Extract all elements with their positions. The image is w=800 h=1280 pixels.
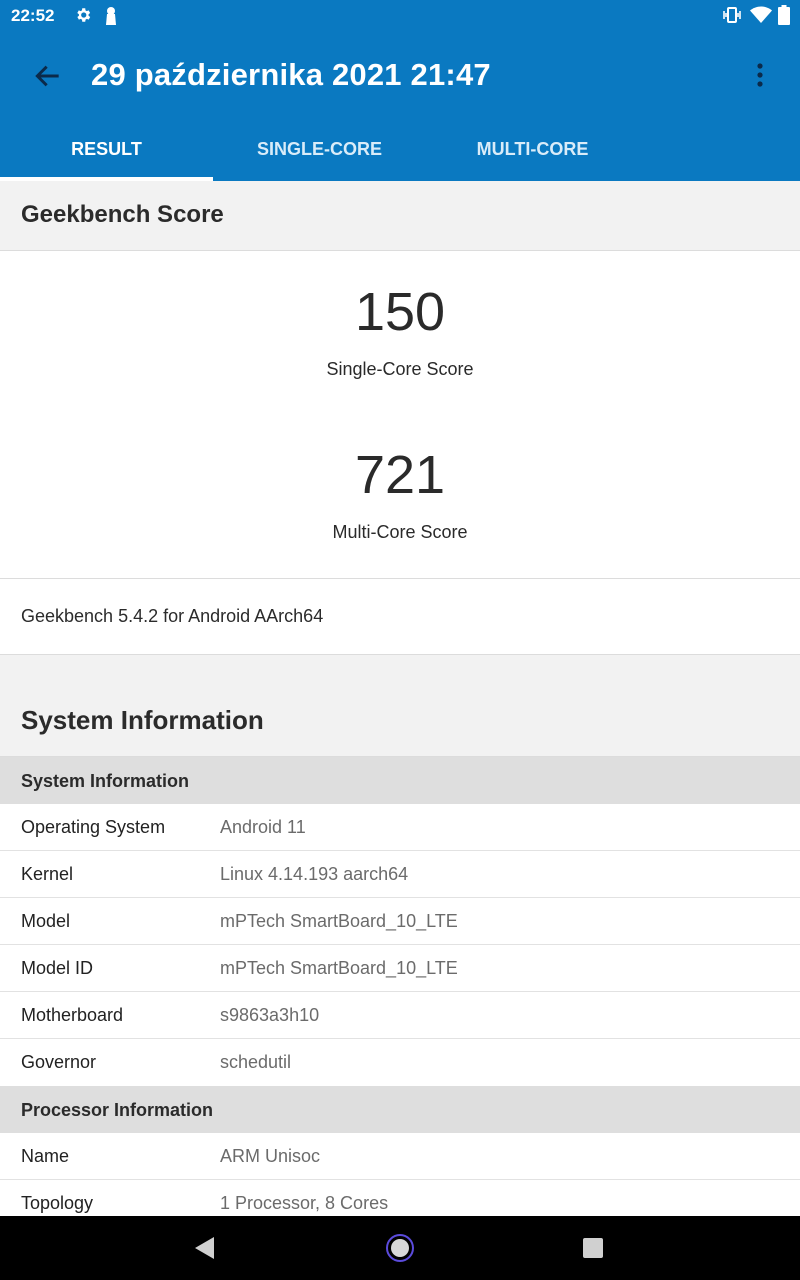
single-core-score-label: Single-Core Score: [326, 359, 474, 379]
info-value: Linux 4.14.193 aarch64: [220, 864, 409, 884]
nav-recents-icon[interactable]: [582, 1237, 604, 1264]
navigation-bar: [0, 1216, 800, 1280]
info-row-operating-system: Operating System Android 11: [0, 804, 800, 851]
info-key: Name: [21, 1146, 70, 1166]
multi-core-score-value: 721: [354, 445, 446, 505]
tab-single-core[interactable]: SINGLE-CORE: [213, 120, 426, 181]
info-value: mPTech SmartBoard_10_LTE: [220, 958, 458, 978]
version-row: Geekbench 5.4.2 for Android AArch64: [0, 579, 800, 655]
info-value: s9863a3h10: [220, 1005, 320, 1025]
multi-core-score-label: Multi-Core Score: [332, 522, 468, 542]
settings-gear-icon: [74, 6, 92, 29]
info-row-model-id: Model ID mPTech SmartBoard_10_LTE: [0, 945, 800, 992]
info-value: schedutil: [220, 1052, 292, 1072]
back-arrow-icon[interactable]: [32, 60, 64, 97]
system-information-header: System Information: [0, 655, 800, 757]
system-information-title: System Information: [21, 705, 264, 735]
info-row-topology: Topology 1 Processor, 8 Cores: [0, 1180, 800, 1216]
info-key: Model ID: [21, 958, 94, 978]
info-key: Topology: [21, 1193, 94, 1213]
tab-bar: RESULT SINGLE-CORE MULTI-CORE: [0, 120, 800, 181]
info-value: 1 Processor, 8 Cores: [220, 1193, 389, 1213]
single-core-score-value: 150: [354, 282, 446, 342]
keyhole-icon: [104, 6, 118, 31]
info-key: Model: [21, 911, 71, 931]
tab-multi-core-label: MULTI-CORE: [476, 139, 589, 159]
group-header-system-information: System Information: [0, 757, 800, 804]
info-value: ARM Unisoc: [220, 1146, 321, 1166]
info-row-governor: Governor schedutil: [0, 1039, 800, 1085]
status-bar: 22:52: [0, 0, 800, 32]
group-title: System Information: [21, 771, 190, 791]
more-options-icon[interactable]: [748, 60, 772, 92]
page-title: 29 października 2021 21:47: [91, 57, 491, 92]
geekbench-score-title: Geekbench Score: [21, 201, 224, 228]
status-time: 22:52: [11, 6, 55, 25]
vibrate-icon: [722, 6, 742, 29]
info-key: Motherboard: [21, 1005, 124, 1025]
nav-home-icon[interactable]: [384, 1232, 416, 1269]
info-row-kernel: Kernel Linux 4.14.193 aarch64: [0, 851, 800, 898]
group-header-processor-information: Processor Information: [0, 1086, 800, 1133]
battery-icon: [778, 5, 790, 30]
info-key: Governor: [21, 1052, 97, 1072]
tab-multi-core[interactable]: MULTI-CORE: [426, 120, 639, 181]
geekbench-score-header: Geekbench Score: [0, 181, 800, 251]
info-value: mPTech SmartBoard_10_LTE: [220, 911, 458, 931]
info-key: Kernel: [21, 864, 74, 884]
group-title: Processor Information: [21, 1100, 214, 1120]
info-key: Operating System: [21, 817, 166, 837]
info-value: Android 11: [220, 817, 306, 837]
info-row-model: Model mPTech SmartBoard_10_LTE: [0, 898, 800, 945]
tab-single-core-label: SINGLE-CORE: [256, 139, 382, 159]
tab-result[interactable]: RESULT: [0, 120, 213, 181]
wifi-icon: [750, 6, 772, 29]
info-row-motherboard: Motherboard s9863a3h10: [0, 992, 800, 1039]
version-text: Geekbench 5.4.2 for Android AArch64: [21, 606, 324, 626]
tab-result-label: RESULT: [71, 139, 142, 159]
scores-panel: 150 Single-Core Score 721 Multi-Core Sco…: [0, 251, 800, 579]
info-row-name: Name ARM Unisoc: [0, 1133, 800, 1180]
app-bar: 29 października 2021 21:47: [0, 32, 800, 120]
nav-back-icon[interactable]: [193, 1234, 217, 1267]
